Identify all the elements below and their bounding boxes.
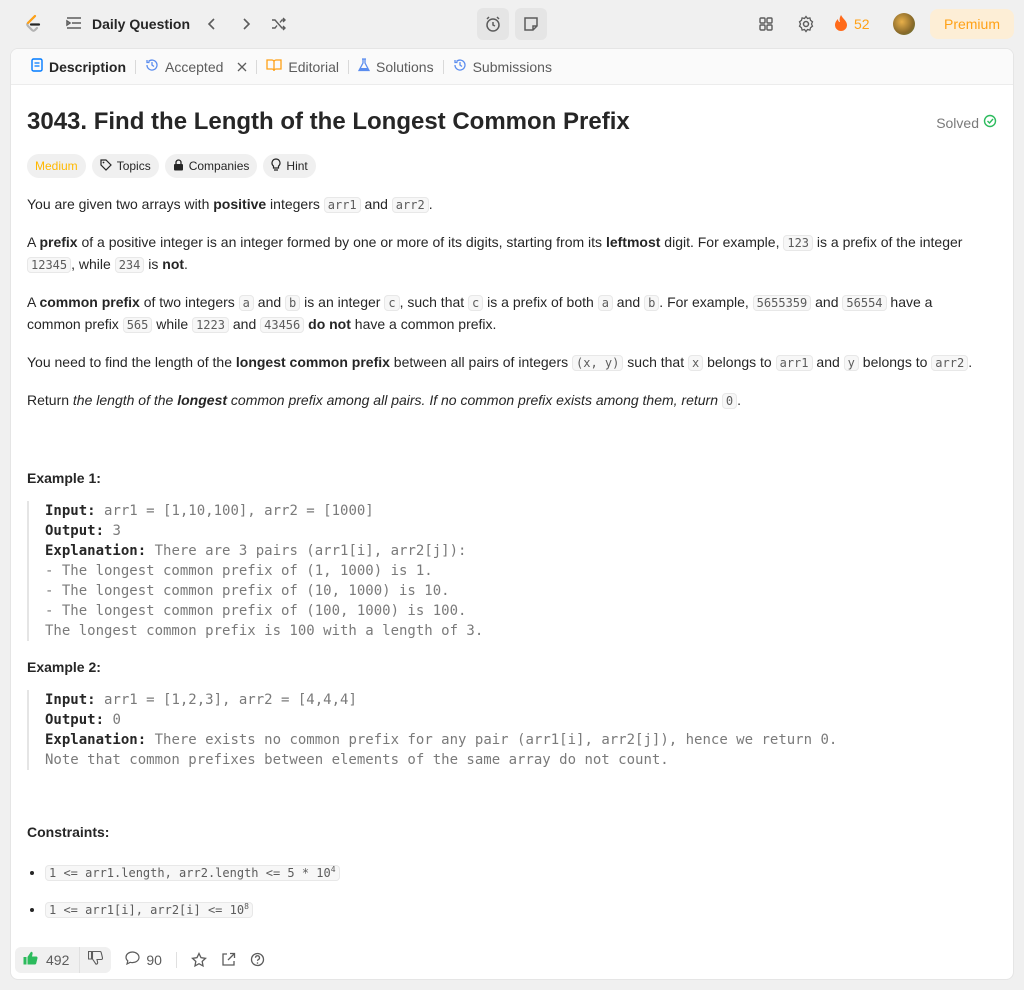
difficulty-badge: Medium (27, 154, 86, 178)
favorite-star-icon[interactable] (190, 951, 207, 968)
tab-label: Accepted (165, 58, 224, 75)
tab-divider (347, 59, 349, 74)
timer-icon[interactable] (477, 8, 509, 40)
thumbs-up-icon (23, 951, 38, 968)
thumbs-down-icon (88, 950, 104, 968)
paragraph: You are given two arrays with positive i… (27, 196, 433, 213)
example1-line: - The longest common prefix of (100, 100… (45, 603, 467, 619)
chip-label: Topics (116, 159, 151, 173)
panel-tabs: Description Accepted Editorial Solutions (11, 49, 1013, 85)
streak-counter[interactable]: 52 (834, 12, 870, 36)
prev-problem-button[interactable] (200, 12, 224, 36)
settings-gear-icon[interactable] (794, 12, 818, 36)
shuffle-icon[interactable] (267, 12, 291, 36)
tab-editorial[interactable]: Editorial (260, 49, 345, 85)
layout-grid-icon[interactable] (754, 12, 778, 36)
help-question-icon[interactable] (250, 952, 265, 967)
solved-label: Solved (936, 114, 979, 131)
top-navbar: Daily Question 52 Premium (0, 0, 1024, 48)
lock-icon (173, 158, 184, 174)
tab-accepted[interactable]: Accepted (139, 49, 253, 85)
example2-explanation: There exists no common prefix for any pa… (154, 732, 838, 748)
footer-divider (175, 951, 177, 968)
constraints-title: Constraints: (27, 824, 110, 840)
comment-count: 90 (146, 951, 162, 968)
problem-description: 3043. Find the Length of the Longest Com… (11, 86, 1013, 941)
chip-label: Companies (188, 159, 250, 173)
companies-chip[interactable]: Companies (164, 154, 258, 178)
tab-divider (135, 59, 137, 74)
daily-question-label: Daily Question (92, 16, 191, 32)
example2-block: Input: arr1 = [1,2,3], arr2 = [4,4,4] Ou… (27, 690, 987, 770)
example1-line: The longest common prefix is 100 with a … (45, 623, 484, 639)
comments-button[interactable]: 90 (125, 951, 162, 968)
like-button[interactable]: 492 (15, 947, 79, 973)
next-problem-button[interactable] (234, 12, 258, 36)
example1-output: 3 (112, 523, 121, 539)
list-icon (66, 15, 82, 34)
book-icon (266, 58, 283, 75)
tab-description[interactable]: Description (25, 49, 132, 85)
tag-icon (100, 158, 112, 174)
tab-submissions[interactable]: Submissions (447, 49, 558, 85)
lightbulb-icon (271, 158, 281, 174)
constraint-item: 1 <= arr1.length, arr2.length <= 5 * 104 (45, 859, 987, 884)
share-external-icon[interactable] (221, 952, 236, 967)
hint-chip[interactable]: Hint (263, 154, 316, 178)
flask-icon (357, 58, 371, 75)
example1-title: Example 1: (27, 470, 101, 486)
example2-output: 0 (112, 712, 121, 728)
user-avatar[interactable] (893, 13, 915, 35)
close-tab-icon[interactable] (237, 59, 247, 75)
paragraph: A common prefix of two integers a and b … (27, 294, 933, 333)
example2-line: Note that common prefixes between elemen… (45, 752, 669, 768)
description-icon (31, 58, 43, 75)
problem-statement: You are given two arrays with positive i… (27, 194, 987, 933)
problem-panel: Description Accepted Editorial Solutions (10, 48, 1014, 980)
leetcode-logo-icon[interactable] (22, 13, 44, 35)
example2-input: arr1 = [1,2,3], arr2 = [4,4,4] (104, 692, 357, 708)
problem-footer: 492 90 (11, 939, 1013, 979)
daily-question-link[interactable]: Daily Question (66, 12, 190, 36)
tab-label: Description (49, 58, 127, 75)
problem-tags: Medium Topics Companies Hint (27, 154, 316, 178)
notes-icon[interactable] (515, 8, 547, 40)
example1-explanation: There are 3 pairs (arr1[i], arr2[j]): (154, 543, 467, 559)
fire-icon (834, 14, 848, 35)
topics-chip[interactable]: Topics (91, 154, 159, 178)
check-circle-icon (983, 114, 997, 131)
paragraph: You need to find the length of the longe… (27, 354, 973, 371)
tab-divider (256, 59, 258, 74)
like-count: 492 (46, 951, 70, 968)
constraint-item: 1 <= arr1[i], arr2[i] <= 108 (45, 896, 987, 921)
example1-line: - The longest common prefix of (1, 1000)… (45, 563, 433, 579)
tab-divider (442, 59, 444, 74)
example2-title: Example 2: (27, 659, 101, 675)
constraints-list: 1 <= arr1.length, arr2.length <= 5 * 104… (27, 859, 987, 921)
paragraph: A prefix of a positive integer is an int… (27, 234, 963, 273)
history-icon (453, 58, 467, 75)
solved-status: Solved (936, 114, 997, 131)
comment-icon (125, 951, 140, 968)
tab-label: Submissions (472, 58, 552, 75)
paragraph: Return the length of the longest common … (27, 392, 742, 409)
vote-group: 492 (15, 946, 112, 973)
premium-button[interactable]: Premium (930, 9, 1014, 39)
tab-label: Editorial (288, 58, 339, 75)
problem-title: 3043. Find the Length of the Longest Com… (27, 108, 630, 135)
dislike-button[interactable] (79, 946, 111, 973)
streak-count: 52 (854, 16, 870, 32)
chip-label: Hint (286, 159, 308, 173)
example1-line: - The longest common prefix of (10, 1000… (45, 583, 450, 599)
tab-solutions[interactable]: Solutions (352, 49, 440, 85)
history-icon (145, 58, 159, 75)
example1-block: Input: arr1 = [1,10,100], arr2 = [1000] … (27, 501, 987, 641)
tab-label: Solutions (375, 58, 434, 75)
example1-input: arr1 = [1,10,100], arr2 = [1000] (104, 503, 374, 519)
